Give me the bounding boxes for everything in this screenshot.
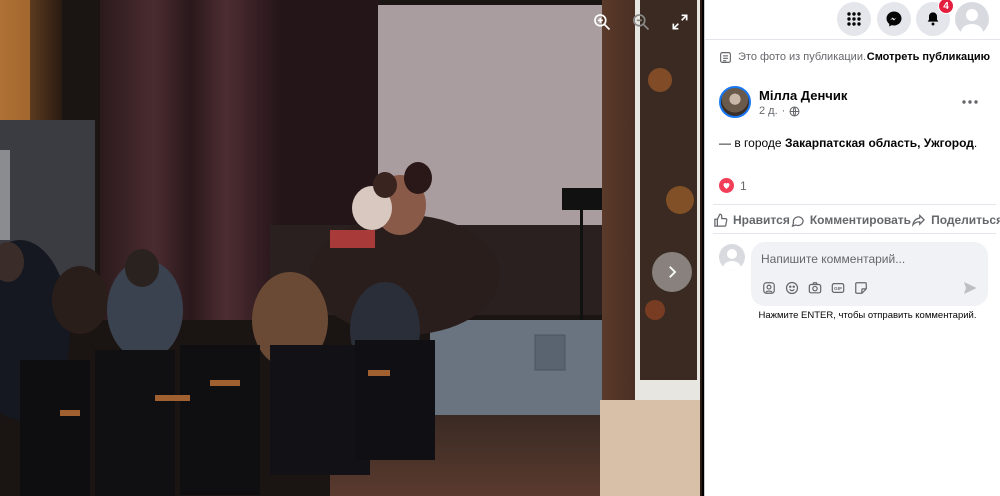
comment-box: GIF	[751, 242, 988, 306]
sticker-icon	[854, 281, 867, 294]
fullscreen-icon	[672, 14, 688, 30]
author-avatar[interactable]	[719, 86, 751, 118]
zoom-out-icon	[633, 14, 650, 31]
comment-icon	[791, 215, 804, 227]
gif-icon: GIF	[831, 282, 844, 293]
fullscreen-button[interactable]	[666, 8, 694, 36]
comment-input[interactable]	[761, 250, 978, 268]
separator-dot: ·	[781, 105, 786, 117]
camera-icon	[808, 281, 821, 293]
post-photo	[0, 0, 702, 496]
share-label: Поделиться	[931, 213, 1000, 227]
photo-source-note: Это фото из публикации. Смотреть публика…	[719, 48, 990, 66]
post-actions: Нравится Комментировать Поделиться	[713, 204, 1000, 234]
location-link[interactable]: Закарпатская область, Ужгород	[785, 136, 974, 150]
comment-label: Комментировать	[809, 213, 912, 227]
more-horizontal-icon	[962, 100, 978, 104]
reactions-summary[interactable]: 1	[719, 178, 747, 193]
svg-text:GIF: GIF	[834, 286, 842, 292]
zoom-in-button[interactable]	[588, 8, 616, 36]
avatar-sticker-button[interactable]	[761, 280, 776, 295]
sticker-button[interactable]	[853, 280, 868, 295]
avatar-sticker-icon	[762, 281, 775, 294]
comment-hint: Нажмите ENTER, чтобы отправить комментар…	[758, 310, 977, 321]
bell-icon	[927, 12, 939, 26]
photo-source-text: Это фото из публикации.	[738, 51, 867, 63]
messenger-button[interactable]	[877, 2, 911, 36]
thumbs-up-icon	[714, 213, 728, 227]
more-options-button[interactable]	[958, 90, 982, 114]
post-header: Мілла Денчик 2 д. ·	[719, 84, 990, 124]
post-time-text: 2 д.	[759, 105, 778, 117]
emoji-button[interactable]	[784, 280, 799, 295]
comment-button[interactable]: Комментировать	[790, 213, 911, 228]
notifications-button[interactable]: 4	[916, 0, 954, 36]
post-side-panel: 4 Это фото из публикации. Смотреть публи…	[704, 0, 1000, 496]
messenger-icon	[886, 11, 902, 27]
post-timestamp[interactable]: 2 д. ·	[759, 105, 800, 117]
photo-button[interactable]	[807, 280, 822, 295]
view-post-link[interactable]: Смотреть публикацию	[867, 51, 990, 63]
gif-button[interactable]: GIF	[830, 280, 845, 295]
current-user-avatar[interactable]	[719, 244, 745, 270]
post-text-suffix: .	[973, 136, 978, 150]
next-photo-button[interactable]	[652, 252, 692, 292]
comment-composer: GIF	[719, 242, 988, 306]
author-name[interactable]: Мілла Денчик	[759, 88, 847, 103]
post-text-prefix: — в городе	[719, 136, 782, 150]
like-button[interactable]: Нравится	[713, 213, 790, 228]
emoji-icon	[785, 281, 798, 294]
notification-count-badge: 4	[938, 0, 954, 14]
love-reaction-icon	[719, 178, 734, 193]
send-icon[interactable]	[962, 280, 978, 296]
share-button[interactable]: Поделиться	[911, 213, 1000, 228]
globe-icon	[789, 106, 800, 116]
menu-button[interactable]	[837, 2, 871, 36]
post-source-icon	[720, 51, 731, 63]
top-navigation: 4	[705, 0, 1000, 40]
photo-viewer	[0, 0, 704, 496]
share-icon	[911, 213, 926, 227]
chevron-right-icon	[669, 266, 677, 278]
facebook-photo-theater: 4 Это фото из публикации. Смотреть публи…	[0, 0, 1000, 496]
post-body: — в городе Закарпатская область, Ужгород…	[719, 136, 990, 150]
zoom-in-icon	[594, 14, 611, 31]
reaction-count: 1	[740, 178, 747, 193]
grid-menu-icon	[847, 12, 861, 26]
comment-tools: GIF	[761, 280, 868, 295]
zoom-out-button[interactable]	[627, 8, 655, 36]
account-button[interactable]	[955, 2, 989, 36]
like-label: Нравится	[733, 213, 790, 227]
profile-avatar-icon	[961, 9, 983, 36]
